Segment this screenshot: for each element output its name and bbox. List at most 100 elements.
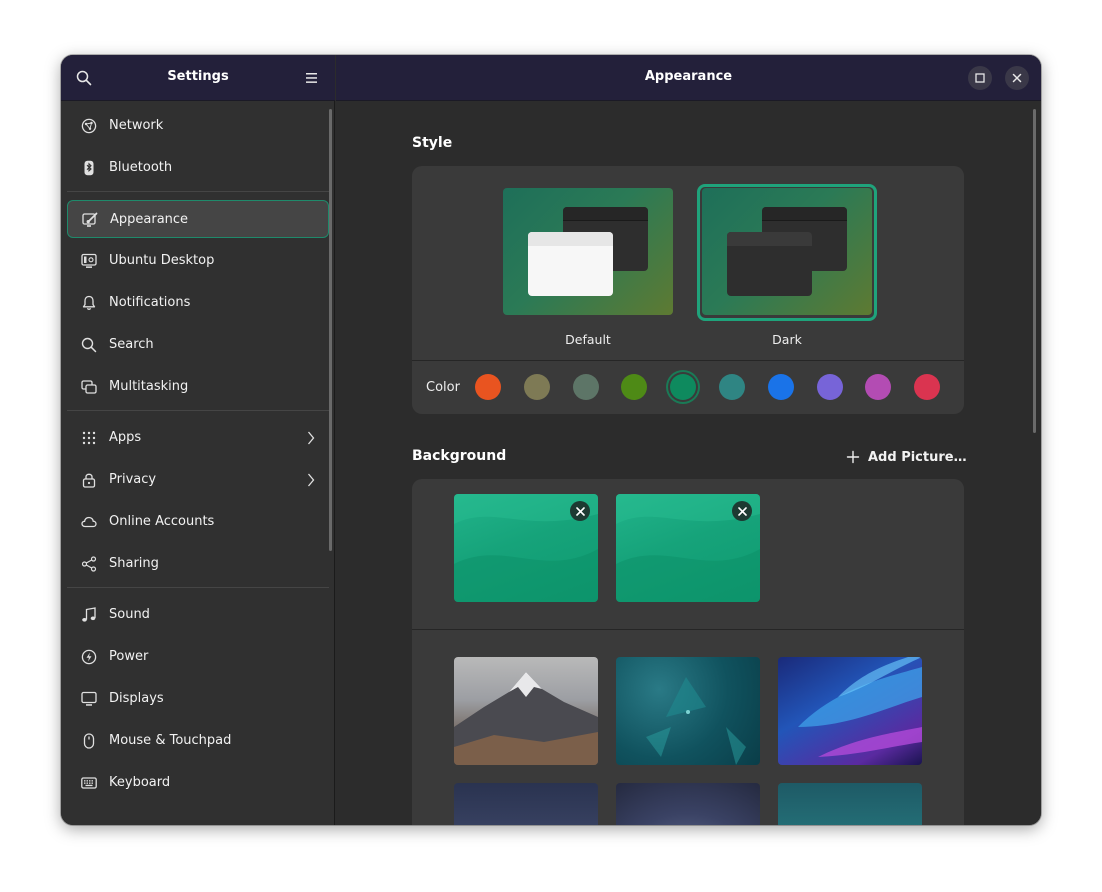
- close-icon: [1012, 73, 1022, 83]
- maximize-button[interactable]: [968, 66, 992, 90]
- color-swatch[interactable]: [865, 374, 892, 400]
- color-swatch[interactable]: [523, 374, 550, 400]
- wallpaper-thumbnail[interactable]: [778, 783, 922, 825]
- wallpaper-teal-shapes-thumbnail[interactable]: [616, 657, 760, 765]
- keyboard-icon: [81, 777, 97, 789]
- color-swatch[interactable]: [914, 374, 941, 400]
- sidebar-item-label: Sound: [109, 607, 150, 622]
- color-swatch[interactable]: [816, 374, 843, 400]
- bluetooth-icon: [84, 160, 94, 176]
- color-swatch[interactable]: [621, 374, 648, 400]
- wallpaper-thumbnail[interactable]: [616, 783, 760, 825]
- sidebar-item-label: Online Accounts: [109, 514, 215, 529]
- sidebar-separator: [67, 191, 329, 192]
- sidebar-item-label: Privacy: [109, 472, 157, 487]
- sidebar-item-label: Displays: [109, 691, 164, 706]
- background-divider: [412, 629, 964, 630]
- close-button[interactable]: [1005, 66, 1029, 90]
- background-heading: Background: [412, 448, 507, 464]
- sidebar-separator: [67, 587, 329, 588]
- sidebar-item-mouse-touchpad[interactable]: Mouse & Touchpad: [67, 722, 329, 760]
- sidebar-header: Settings: [61, 55, 335, 101]
- page-title: Appearance: [644, 69, 733, 84]
- sidebar-item-label: Multitasking: [109, 379, 189, 394]
- color-swatch[interactable]: [475, 374, 501, 400]
- chevron-right-icon: [308, 473, 315, 487]
- style-heading: Style: [412, 135, 453, 151]
- network-icon: [81, 118, 97, 134]
- sidebar-item-sharing[interactable]: Sharing: [67, 545, 329, 583]
- background-card: [412, 479, 964, 825]
- main-panel: Appearance Style Default Dark Color Back…: [336, 55, 1041, 825]
- main-menu-button[interactable]: [299, 65, 325, 91]
- sidebar-item-label: Apps: [109, 430, 142, 445]
- sidebar-item-appearance[interactable]: Appearance: [67, 200, 329, 238]
- style-card: Default Dark Color: [412, 166, 964, 414]
- wallpaper-thumbnail[interactable]: [454, 783, 598, 825]
- sidebar-item-online-accounts[interactable]: Online Accounts: [67, 503, 329, 541]
- wallpaper-thumbnail[interactable]: [616, 494, 760, 602]
- sidebar-item-apps[interactable]: Apps: [67, 419, 329, 457]
- multitasking-icon: [81, 380, 97, 394]
- abstract-shapes: [646, 677, 746, 765]
- sidebar-item-label: Notifications: [109, 295, 191, 310]
- remove-wallpaper-button[interactable]: [732, 501, 752, 521]
- color-swatch[interactable]: [572, 374, 599, 400]
- sidebar-item-label: Bluetooth: [109, 160, 173, 175]
- mountain-shape: [454, 672, 598, 765]
- sidebar-item-network[interactable]: Network: [67, 107, 329, 145]
- ubuntu-desktop-icon: [81, 253, 97, 268]
- sidebar-item-multitasking[interactable]: Multitasking: [67, 368, 329, 406]
- sidebar-item-power[interactable]: Power: [67, 638, 329, 676]
- sidebar-item-ubuntu-desktop[interactable]: Ubuntu Desktop: [67, 242, 329, 280]
- style-option-dark[interactable]: [702, 188, 872, 315]
- close-icon: [737, 506, 747, 516]
- sidebar-scrollbar[interactable]: [329, 109, 332, 551]
- sidebar-item-label: Ubuntu Desktop: [109, 253, 215, 268]
- sidebar-item-label: Mouse & Touchpad: [109, 733, 232, 748]
- sidebar-item-label: Keyboard: [109, 775, 171, 790]
- sidebar-item-label: Search: [109, 337, 154, 352]
- sidebar-item-label: Network: [109, 118, 164, 133]
- style-option-label: Default: [565, 332, 611, 347]
- music-note-icon: [82, 607, 96, 622]
- share-icon: [81, 556, 97, 572]
- sidebar-item-privacy[interactable]: Privacy: [67, 461, 329, 499]
- lock-icon: [82, 473, 96, 488]
- main-header: Appearance: [336, 55, 1041, 101]
- search-icon: [81, 337, 97, 353]
- sidebar-item-keyboard[interactable]: Keyboard: [67, 764, 329, 802]
- sidebar-nav-list: Network Bluetooth Appearance Ubuntu Desk…: [61, 107, 335, 806]
- wallpaper-blue-leaves-thumbnail[interactable]: [778, 657, 922, 765]
- add-picture-label: Add Picture…: [868, 449, 967, 465]
- sidebar-item-label: Power: [109, 649, 149, 664]
- sidebar-item-notifications[interactable]: Notifications: [67, 284, 329, 322]
- style-option-default[interactable]: [503, 188, 673, 315]
- power-icon: [81, 649, 97, 665]
- sidebar-item-label: Appearance: [110, 212, 189, 227]
- add-picture-button[interactable]: Add Picture…: [846, 447, 967, 467]
- sidebar-item-bluetooth[interactable]: Bluetooth: [67, 149, 329, 187]
- sidebar-item-displays[interactable]: Displays: [67, 680, 329, 718]
- wallpaper-mountain-thumbnail[interactable]: [454, 657, 598, 765]
- close-icon: [575, 506, 585, 516]
- remove-wallpaper-button[interactable]: [570, 501, 590, 521]
- maximize-icon: [975, 73, 985, 83]
- sidebar-item-search[interactable]: Search: [67, 326, 329, 364]
- color-swatch[interactable]: [719, 374, 745, 400]
- sidebar-title: Settings: [167, 69, 229, 84]
- hamburger-menu-icon: [306, 73, 317, 83]
- plus-icon: [846, 450, 860, 464]
- main-scrollbar[interactable]: [1033, 109, 1036, 433]
- leaf-shapes: [798, 657, 922, 757]
- wallpaper-thumbnail[interactable]: [454, 494, 598, 602]
- color-swatch[interactable]: [670, 374, 697, 400]
- preview-front-window: [528, 232, 613, 296]
- chevron-right-icon: [308, 431, 315, 445]
- color-swatch[interactable]: [767, 374, 794, 400]
- style-option-label: Dark: [772, 332, 802, 347]
- color-label: Color: [426, 380, 460, 395]
- sidebar-item-sound[interactable]: Sound: [67, 596, 329, 634]
- preview-front-window: [727, 232, 812, 296]
- mouse-icon: [83, 733, 95, 749]
